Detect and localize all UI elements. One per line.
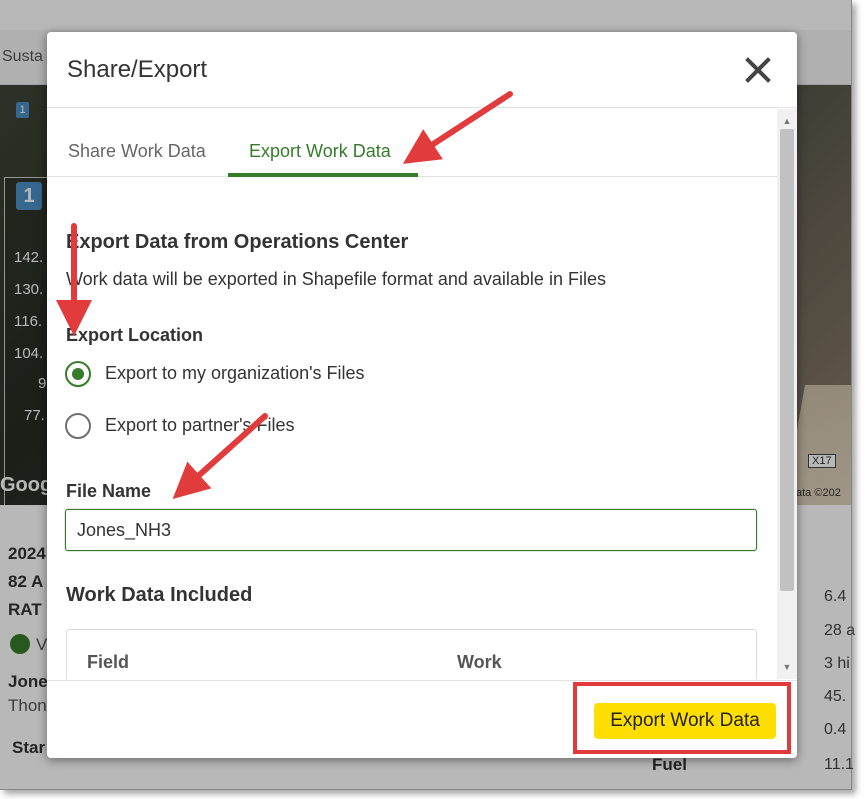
share-export-dialog: Share/Export Share Work Data Export Work… xyxy=(47,32,797,758)
scroll-up-icon[interactable]: ▲ xyxy=(777,113,797,129)
dialog-body: Share Work Data Export Work Data Export … xyxy=(47,109,797,679)
active-tab-indicator xyxy=(228,173,418,177)
work-data-table: Field Work xyxy=(66,629,757,679)
tab-share-work-data[interactable]: Share Work Data xyxy=(68,141,206,162)
section-title: Export Data from Operations Center xyxy=(66,231,409,253)
tab-export-work-data[interactable]: Export Work Data xyxy=(249,141,391,162)
export-description: Work data will be exported in Shapefile … xyxy=(66,269,606,289)
close-icon xyxy=(745,57,771,83)
radio-button-unchecked[interactable] xyxy=(65,413,91,439)
radio-option-partner[interactable]: Export to partner's Files xyxy=(65,413,345,441)
radio-label: Export to my organization's Files xyxy=(105,363,365,383)
dialog-scrollbar[interactable]: ▲ xyxy=(777,109,797,679)
file-name-input[interactable] xyxy=(65,509,757,551)
file-name-label: File Name xyxy=(66,481,152,501)
dialog-header: Share/Export xyxy=(47,32,797,108)
scroll-down-icon[interactable]: ▼ xyxy=(777,659,797,675)
work-data-included-title: Work Data Included xyxy=(66,584,253,606)
dialog-title: Share/Export xyxy=(67,56,208,83)
radio-button-checked[interactable] xyxy=(65,361,91,387)
close-button[interactable] xyxy=(740,52,776,88)
annotation-highlight-box xyxy=(573,682,791,754)
export-location-label: Export Location xyxy=(66,325,204,345)
tab-bar: Share Work Data Export Work Data xyxy=(47,109,777,177)
radio-option-my-organization[interactable]: Export to my organization's Files xyxy=(65,361,405,389)
column-header-work: Work xyxy=(457,652,502,672)
column-header-field: Field xyxy=(87,652,130,672)
scroll-thumb[interactable] xyxy=(780,129,794,591)
radio-label: Export to partner's Files xyxy=(105,415,295,435)
